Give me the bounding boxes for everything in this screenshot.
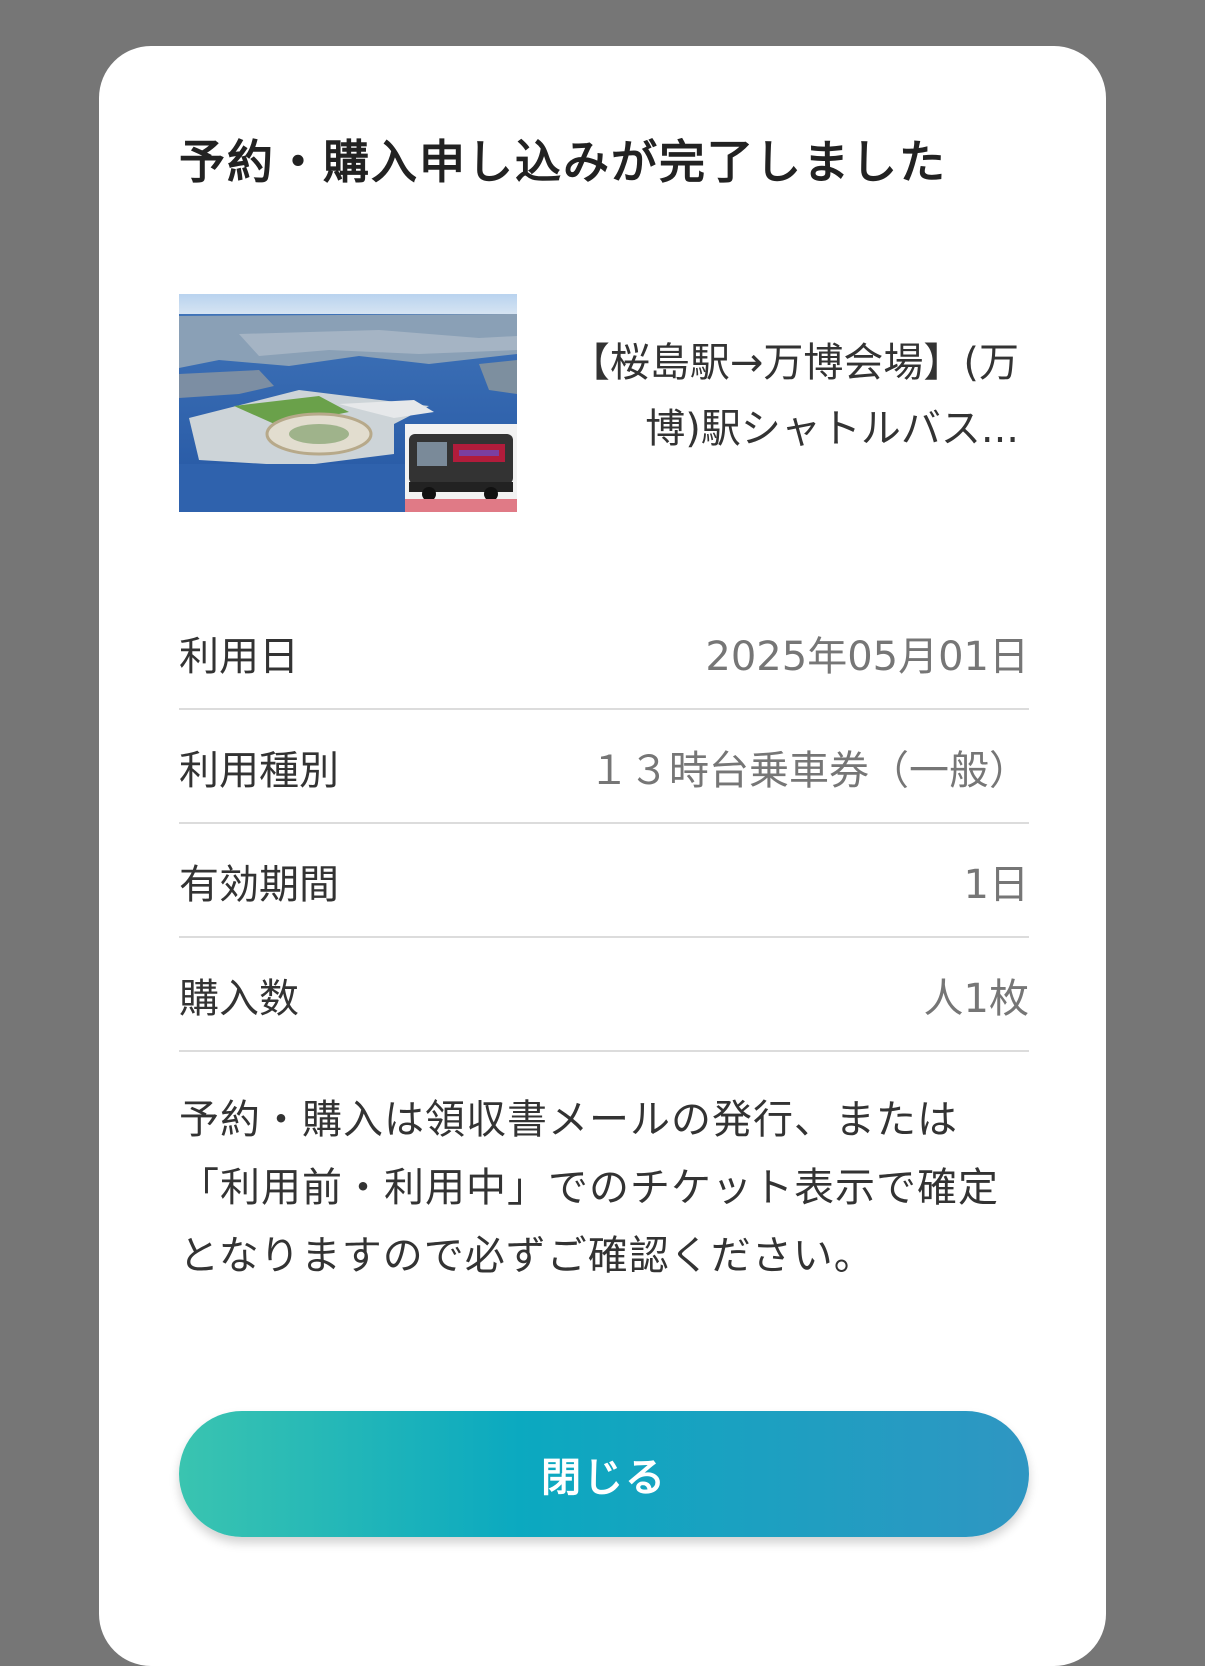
detail-list: 利用日 2025年05月01日 利用種別 １３時台乗車券（一般） 有効期間 1日… [179,596,1029,1052]
confirmation-notice: 予約・購入は領収書メールの発行、または「利用前・利用中」でのチケット表示で確定と… [179,1097,999,1279]
detail-value: 2025年05月01日 [705,634,1029,680]
close-button[interactable]: 閉じる [179,1411,1029,1537]
product-name: 【桜島駅→万博会場】(万博)駅シャトルバス... [569,340,1019,452]
detail-value: 1日 [963,862,1029,908]
detail-value: 人1枚 [923,976,1029,1022]
detail-label: 購入数 [179,976,299,1022]
detail-label: 利用種別 [179,748,339,794]
detail-row-quantity: 購入数 人1枚 [179,938,1029,1052]
product-summary: 【桜島駅→万博会場】(万博)駅シャトルバス... [179,294,1029,512]
completion-dialog: 予約・購入申し込みが完了しました 【桜島駅→万博会場】(万博)駅シャトルバス..… [99,46,1106,1666]
detail-value: １３時台乗車券（一般） [589,748,1029,794]
detail-row-date: 利用日 2025年05月01日 [179,596,1029,710]
detail-label: 有効期間 [179,862,339,908]
product-thumbnail [179,294,517,512]
detail-row-validity: 有効期間 1日 [179,824,1029,938]
detail-row-type: 利用種別 １３時台乗車券（一般） [179,710,1029,824]
dialog-title: 予約・購入申し込みが完了しました [179,135,947,189]
detail-label: 利用日 [179,634,299,680]
